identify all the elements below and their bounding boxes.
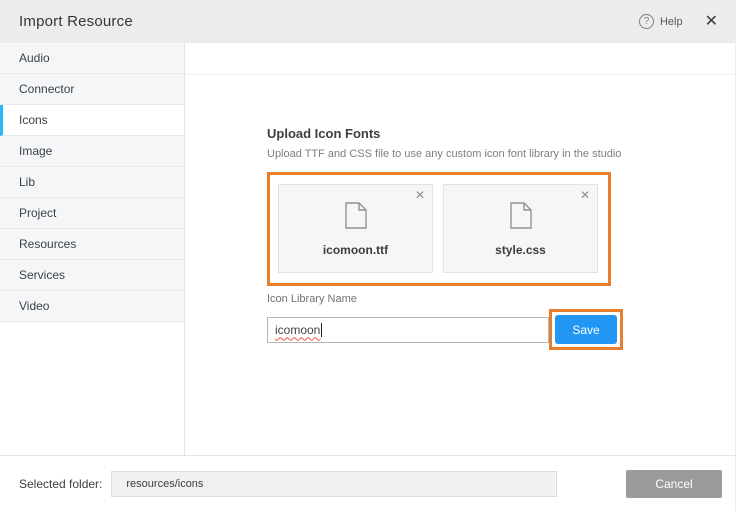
cancel-button[interactable]: Cancel xyxy=(626,470,722,498)
dialog-title: Import Resource xyxy=(19,13,133,30)
sidebar-item-services[interactable]: Services xyxy=(0,260,184,291)
help-icon[interactable]: ? xyxy=(639,14,654,29)
section-subtitle: Upload TTF and CSS file to use any custo… xyxy=(267,148,735,160)
document-icon xyxy=(510,202,532,234)
main-panel: Upload Icon Fonts Upload TTF and CSS fil… xyxy=(185,43,735,455)
selected-folder-label: Selected folder: xyxy=(19,477,102,491)
close-icon[interactable]: ✕ xyxy=(705,14,718,30)
upload-icon-fonts-section: Upload Icon Fonts Upload TTF and CSS fil… xyxy=(185,126,735,350)
file-name: style.css xyxy=(495,243,546,257)
main-top-strip xyxy=(185,43,735,75)
icon-library-name-input[interactable]: icomoon xyxy=(267,317,549,343)
sidebar-item-lib[interactable]: Lib xyxy=(0,167,184,198)
document-icon xyxy=(345,202,367,234)
dialog-header: Import Resource ? Help ✕ xyxy=(0,0,735,43)
icon-library-name-label: Icon Library Name xyxy=(267,293,735,305)
sidebar-item-icons[interactable]: Icons xyxy=(0,105,184,136)
save-button[interactable]: Save xyxy=(555,315,617,344)
import-resource-dialog: Import Resource ? Help ✕ Audio Connector… xyxy=(0,0,736,511)
sidebar-item-image[interactable]: Image xyxy=(0,136,184,167)
library-name-value: icomoon xyxy=(275,323,320,337)
sidebar-item-video[interactable]: Video xyxy=(0,291,184,322)
section-heading: Upload Icon Fonts xyxy=(267,126,735,141)
files-highlight-box: ✕ icomoon.ttf ✕ xyxy=(267,172,611,286)
sidebar-item-audio[interactable]: Audio xyxy=(0,43,184,74)
text-caret xyxy=(321,323,322,337)
remove-file-icon[interactable]: ✕ xyxy=(580,187,590,203)
dialog-body: Audio Connector Icons Image Lib Project … xyxy=(0,43,735,455)
sidebar-item-resources[interactable]: Resources xyxy=(0,229,184,260)
save-highlight-box: Save xyxy=(549,309,623,350)
file-card-css: ✕ style.css xyxy=(443,184,598,273)
file-name: icomoon.ttf xyxy=(323,243,388,257)
dialog-footer: Selected folder: Cancel xyxy=(0,455,735,511)
resource-type-sidebar: Audio Connector Icons Image Lib Project … xyxy=(0,43,185,455)
sidebar-item-connector[interactable]: Connector xyxy=(0,74,184,105)
file-card-ttf: ✕ icomoon.ttf xyxy=(278,184,433,273)
help-label[interactable]: Help xyxy=(660,16,683,28)
sidebar-item-project[interactable]: Project xyxy=(0,198,184,229)
remove-file-icon[interactable]: ✕ xyxy=(415,187,425,203)
selected-folder-input[interactable] xyxy=(111,471,557,497)
